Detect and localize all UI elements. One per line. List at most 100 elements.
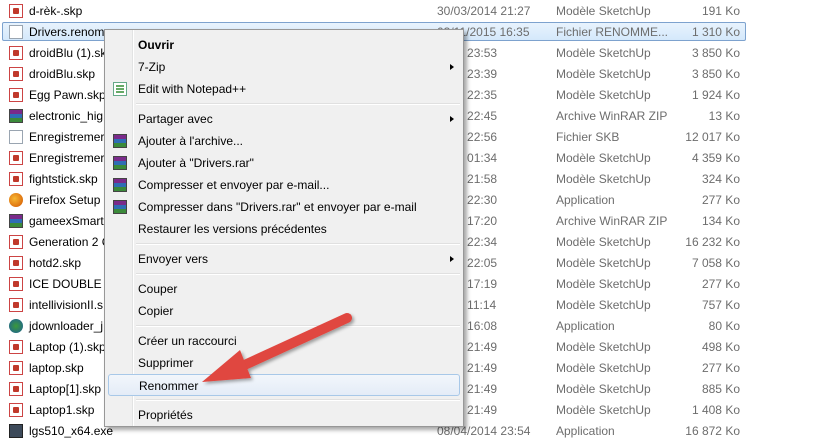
file-name: Egg Pawn.skp [29,88,106,102]
generic-file-icon [9,25,23,39]
file-name: Laptop[1].skp [29,382,102,396]
menu-item-edit-with-notepad[interactable]: Edit with Notepad++ [108,78,460,100]
file-size: 277 Ko [701,193,740,207]
file-type: Modèle SketchUp [556,46,651,60]
file-size: 4 359 Ko [691,151,740,165]
menu-item-compresser-et-envoyer-par-e-mail[interactable]: Compresser et envoyer par e-mail... [108,174,460,196]
menu-separator [136,399,460,401]
menu-item-copier[interactable]: Copier [108,300,460,322]
file-type: Fichier RENOMME... [556,25,669,39]
skp-file-icon [9,298,23,312]
file-name: droidBlu.skp [29,67,96,81]
skp-file-icon [9,46,23,60]
menu-item-renommer[interactable]: Renommer [108,374,460,396]
file-name: droidBlu (1).skp [29,46,114,60]
menu-item-label: Supprimer [138,356,194,370]
winrar-icon [113,200,127,214]
file-name: fightstick.skp [29,172,98,186]
file-type: Modèle SketchUp [556,298,651,312]
file-size: 757 Ko [701,298,740,312]
menu-item-ouvrir[interactable]: Ouvrir [108,34,460,56]
file-type: Application [556,193,615,207]
submenu-arrow-icon [450,256,454,262]
skp-file-icon [9,235,23,249]
winrar-icon [113,178,127,192]
winrar-icon [113,134,127,148]
java-app-icon [9,319,23,333]
file-name: d-rèk-.skp [29,4,83,18]
file-name: Firefox Setup S [29,193,112,207]
menu-item-label: 7-Zip [138,60,166,74]
file-type: Fichier SKB [556,130,620,144]
file-type: Modèle SketchUp [556,361,651,375]
menu-separator [136,243,460,245]
file-size: 1 924 Ko [691,88,740,102]
file-type: Modèle SketchUp [556,151,651,165]
file-size: 16 232 Ko [685,235,740,249]
skp-file-icon [9,256,23,270]
file-size: 191 Ko [701,4,740,18]
file-name: Drivers.renom [29,25,105,39]
file-type: Modèle SketchUp [556,67,651,81]
context-menu: Ouvrir 7-Zip Edit with Notepad++ Partager a… [104,29,464,427]
menu-item-label: Edit with Notepad++ [138,82,247,96]
rar-file-icon [9,109,23,123]
file-type: Modèle SketchUp [556,277,651,291]
file-type: Modèle SketchUp [556,4,651,18]
file-size: 134 Ko [701,214,740,228]
menu-item-compresser-dans-drivers-rar-et-envoyer-par-e-mail[interactable]: Compresser dans "Drivers.rar" et envoyer… [108,196,460,218]
file-type: Archive WinRAR ZIP [556,214,668,228]
file-name: intellivisionII.s [29,298,104,312]
file-size: 498 Ko [701,340,740,354]
generic-file-icon [9,130,23,144]
menu-item-proprietes[interactable]: Propriétés [108,404,460,426]
file-name: electronic_hig [29,109,104,123]
menu-item-label: Ajouter à "Drivers.rar" [138,156,254,170]
menu-separator [136,273,460,275]
file-name: Laptop (1).skp [29,340,106,354]
menu-item-label: Compresser dans "Drivers.rar" et envoyer… [138,200,417,214]
menu-item-ajouter-a-l-archive[interactable]: Ajouter à l'archive... [108,130,460,152]
file-size: 16 872 Ko [685,424,740,438]
menu-item-label: Partager avec [138,112,213,126]
file-type: Application [556,424,615,438]
skp-file-icon [9,382,23,396]
menu-item-restaurer-les-versions-precedentes[interactable]: Restaurer les versions précédentes [108,218,460,240]
skp-file-icon [9,340,23,354]
menu-item-7-zip[interactable]: 7-Zip [108,56,460,78]
file-size: 80 Ko [708,319,740,333]
file-size: 13 Ko [708,109,740,123]
menu-item-envoyer-vers[interactable]: Envoyer vers [108,248,460,270]
menu-item-label: Ajouter à l'archive... [138,134,244,148]
skp-file-icon [9,403,23,417]
menu-item-label: Compresser et envoyer par e-mail... [138,178,330,192]
file-type: Modèle SketchUp [556,235,651,249]
file-type: Application [556,319,615,333]
file-name: Generation 2 C [29,235,111,249]
menu-item-ajouter-a-drivers-rar[interactable]: Ajouter à "Drivers.rar" [108,152,460,174]
menu-item-partager-avec[interactable]: Partager avec [108,108,460,130]
skp-file-icon [9,172,23,186]
skp-file-icon [9,67,23,81]
file-name: Enregistremer [29,151,105,165]
skp-file-icon [9,4,23,18]
menu-item-couper[interactable]: Couper [108,278,460,300]
file-type: Modèle SketchUp [556,172,651,186]
file-size: 885 Ko [701,382,740,396]
file-size: 7 058 Ko [691,256,740,270]
menu-item-creer-un-raccourci[interactable]: Créer un raccourci [108,330,460,352]
file-name: Enregistremer [29,130,105,144]
menu-item-label: Créer un raccourci [138,334,237,348]
file-size: 324 Ko [701,172,740,186]
file-size: 12 017 Ko [685,130,740,144]
rar-file-icon [9,214,23,228]
file-type: Archive WinRAR ZIP [556,109,668,123]
menu-item-supprimer[interactable]: Supprimer [108,352,460,374]
notepad-icon [113,82,127,96]
file-name: hotd2.skp [29,256,82,270]
menu-item-label: Propriétés [138,408,193,422]
menu-separator [136,103,460,105]
menu-item-label: Envoyer vers [138,252,209,266]
file-row[interactable]: d-rèk-.skp 30/03/2014 21:27 Modèle SketchU… [0,1,816,21]
exe-app-icon [9,424,23,438]
